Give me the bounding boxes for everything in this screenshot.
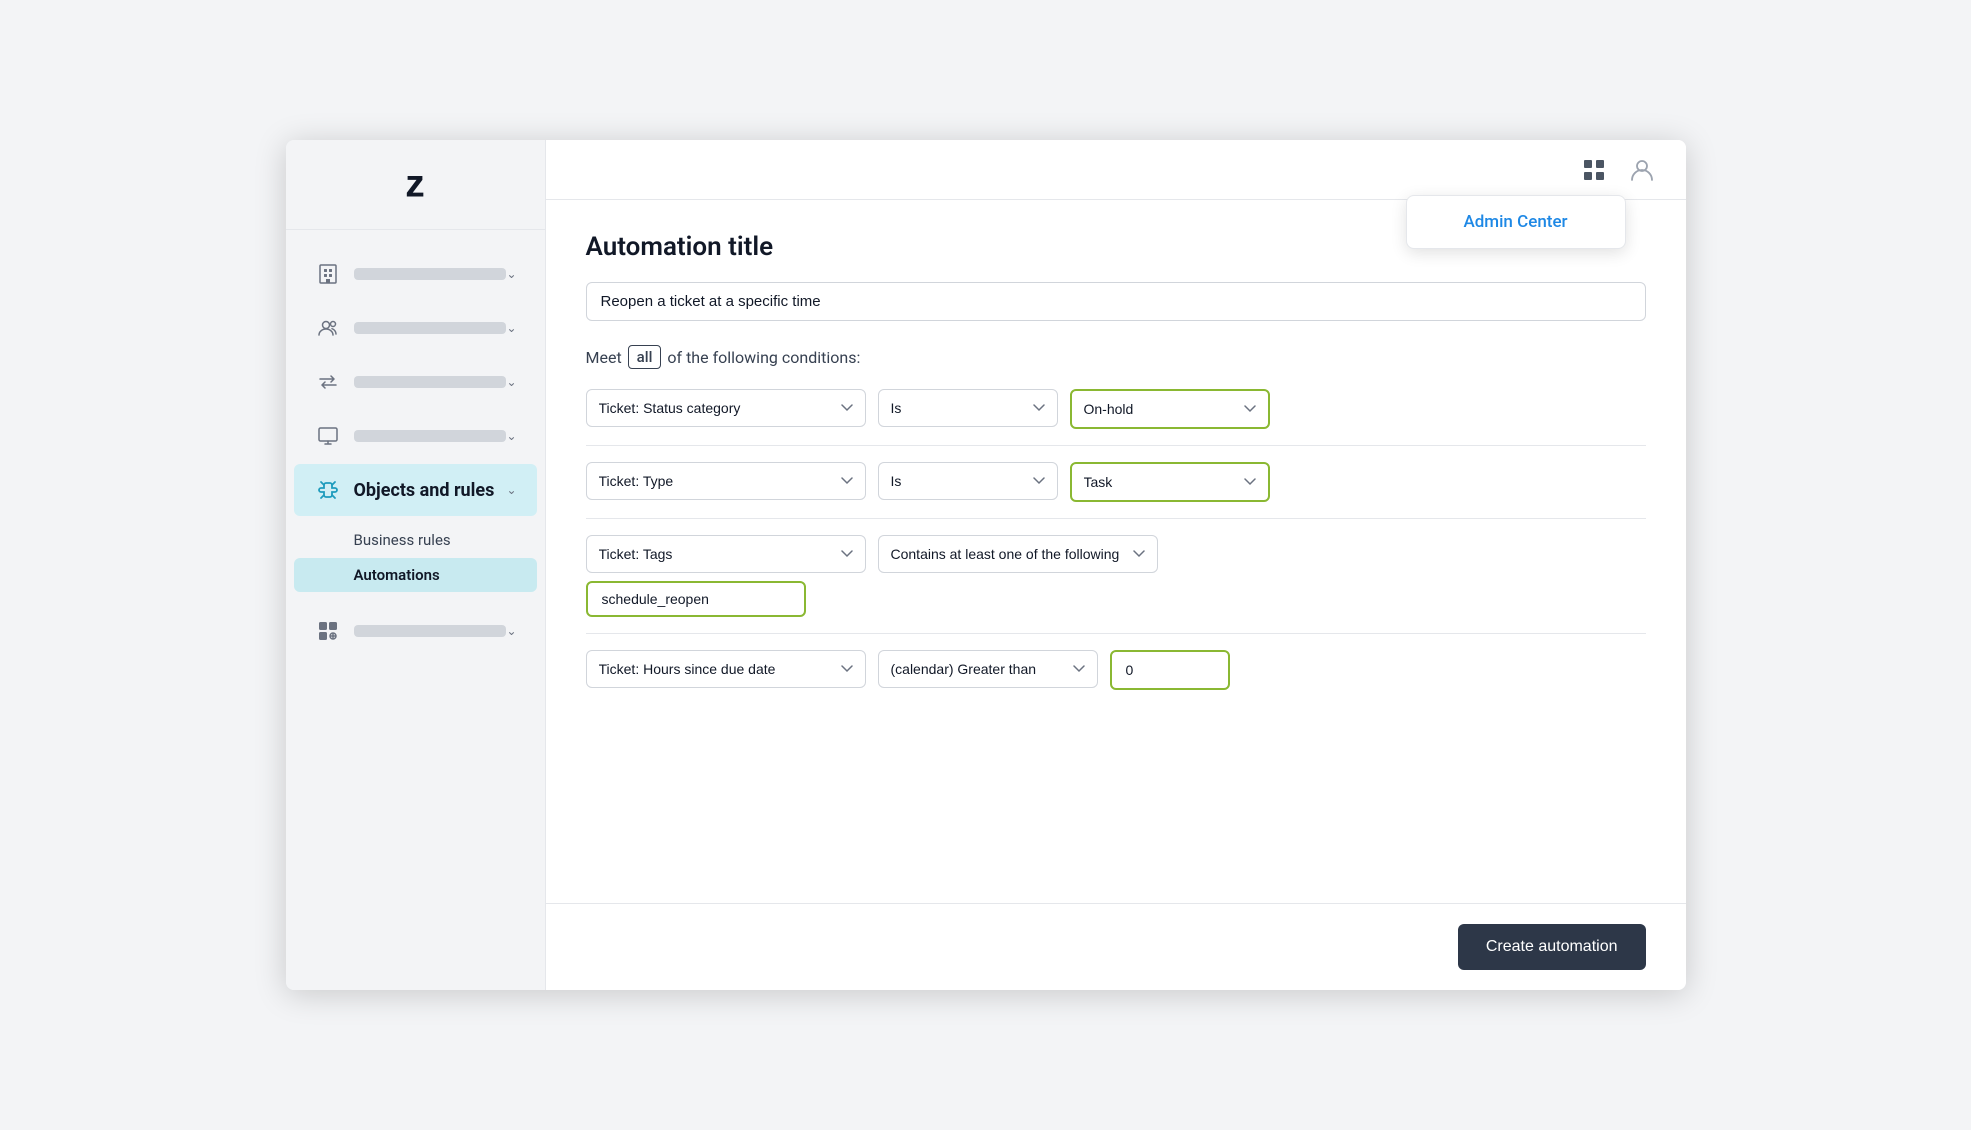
condition-2-field[interactable]: Ticket: Type [586, 462, 866, 500]
conditions-suffix: of the following conditions: [667, 348, 860, 367]
sidebar-item-apps[interactable]: ⌄ [294, 605, 537, 657]
automation-title-input[interactable] [586, 282, 1646, 321]
condition-3-tag-input[interactable] [586, 581, 806, 617]
condition-1-value[interactable]: On-hold [1070, 389, 1270, 429]
sidebar-label-bar [354, 430, 507, 442]
admin-center-dropdown: Admin Center [1406, 195, 1626, 249]
condition-2-value[interactable]: Task [1070, 462, 1270, 502]
svg-text:z: z [405, 162, 425, 205]
condition-row-3: Ticket: Tags Contains at least one of th… [586, 535, 1646, 573]
sub-navigation: Business rules Automations [286, 518, 545, 597]
page-footer: Create automation [546, 903, 1686, 990]
grid-icon[interactable] [1578, 154, 1610, 186]
topbar: Admin Center [546, 140, 1686, 200]
condition-row-2: Ticket: Type Is Task [586, 462, 1646, 502]
sidebar-label-bar [354, 268, 507, 280]
condition-2-operator[interactable]: Is [878, 462, 1058, 500]
condition-row-1: Ticket: Status category Is On-hold [586, 389, 1646, 429]
building-icon [314, 260, 342, 288]
main-content: Admin Center Automation title Meet all o… [546, 140, 1686, 990]
divider-2 [586, 518, 1646, 519]
conditions-prefix: Meet [586, 348, 622, 367]
sub-nav-automations[interactable]: Automations [294, 558, 537, 592]
condition-row-4: Ticket: Hours since due date (calendar) … [586, 650, 1646, 690]
condition-3-operator[interactable]: Contains at least one of the following [878, 535, 1158, 573]
sidebar-item-monitor[interactable]: ⌄ [294, 410, 537, 462]
sidebar-label-bar [354, 376, 507, 388]
divider-1 [586, 445, 1646, 446]
user-icon[interactable] [1626, 154, 1658, 186]
condition-1-field[interactable]: Ticket: Status category [586, 389, 866, 427]
sidebar-label-bar [354, 625, 507, 637]
arrows-icon [314, 368, 342, 396]
condition-4-value-input[interactable] [1110, 650, 1230, 690]
condition-3-field[interactable]: Ticket: Tags [586, 535, 866, 573]
sidebar-item-objects[interactable]: Objects and rules ⌄ [294, 464, 537, 516]
logo: z [286, 140, 545, 230]
sidebar: z ⌄ [286, 140, 546, 990]
condition-4-field[interactable]: Ticket: Hours since due date [586, 650, 866, 688]
sidebar-item-building[interactable]: ⌄ [294, 248, 537, 300]
admin-center-link[interactable]: Admin Center [1463, 212, 1567, 232]
divider-3 [586, 633, 1646, 634]
sidebar-label-bar [354, 322, 507, 334]
sidebar-item-label-objects: Objects and rules [354, 480, 495, 501]
page-main: Automation title Meet all of the followi… [546, 200, 1686, 903]
condition-4-operator[interactable]: (calendar) Greater than [878, 650, 1098, 688]
conditions-header: Meet all of the following conditions: [586, 345, 1646, 369]
tag-input-container [586, 581, 1646, 617]
sub-nav-business-rules[interactable]: Business rules [294, 523, 537, 557]
create-automation-button[interactable]: Create automation [1458, 924, 1646, 970]
apps-icon [314, 617, 342, 645]
conditions-badge: all [628, 345, 662, 369]
topbar-icons [1578, 154, 1658, 186]
sidebar-navigation: ⌄ ⌄ [286, 230, 545, 990]
zendesk-logo: z [385, 155, 445, 215]
objects-icon [314, 476, 342, 504]
sidebar-item-arrows[interactable]: ⌄ [294, 356, 537, 408]
sidebar-item-users[interactable]: ⌄ [294, 302, 537, 354]
users-icon [314, 314, 342, 342]
monitor-icon [314, 422, 342, 450]
condition-1-operator[interactable]: Is [878, 389, 1058, 427]
